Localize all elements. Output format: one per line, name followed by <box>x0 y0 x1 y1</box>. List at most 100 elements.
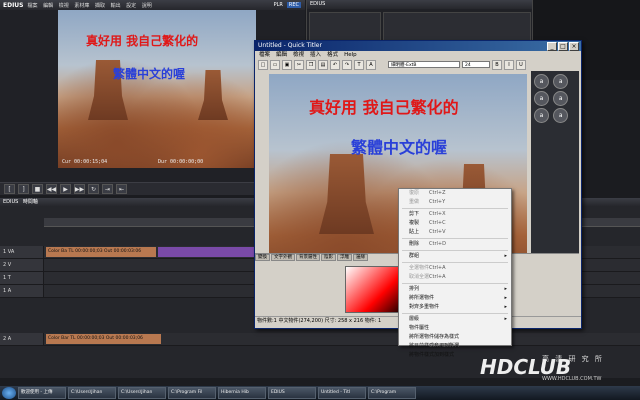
style-preset-icon[interactable]: a <box>553 108 569 123</box>
text-tool-icon[interactable]: T <box>354 59 364 70</box>
track-name: 1 VA <box>0 246 44 258</box>
context-menu-item[interactable]: 將所選物件儲存為樣式 <box>399 333 511 342</box>
context-menu-shortcut: Ctrl+D <box>429 241 446 247</box>
context-menu-label: 對齊多重物件 <box>409 304 440 310</box>
context-menu-item[interactable]: 物件屬性 <box>399 324 511 333</box>
start-button[interactable] <box>2 387 16 399</box>
maximize-icon[interactable]: □ <box>558 42 568 51</box>
style-preset-icon[interactable]: a <box>534 108 549 123</box>
dialog-menu-item[interactable]: 檔案 <box>259 51 270 59</box>
minimize-icon[interactable]: _ <box>547 42 557 51</box>
style-preset-icon[interactable]: a <box>553 91 569 106</box>
in-point-button[interactable]: [ <box>4 184 15 194</box>
paste-icon[interactable]: ▤ <box>318 59 328 70</box>
bold-icon[interactable]: B <box>492 59 502 70</box>
underline-icon[interactable]: U <box>516 59 526 70</box>
context-menu-item[interactable]: 將所選物件 ▸ <box>399 294 511 303</box>
context-menu-item[interactable]: 排列 ▸ <box>399 285 511 294</box>
italic-icon[interactable]: I <box>504 59 514 70</box>
menu-item[interactable]: 擷取 <box>95 3 105 9</box>
new-icon[interactable]: □ <box>258 59 268 70</box>
undo-icon[interactable]: ↶ <box>330 59 340 70</box>
copy-icon[interactable]: ❐ <box>306 59 316 70</box>
canvas-text-line1[interactable]: 真好用 我自己繁化的 <box>309 94 459 118</box>
save-icon[interactable]: ▣ <box>282 59 292 70</box>
clip-audio-color-bars[interactable]: Color Bar TL 00:00:00;03 Out 00:00:03;06 <box>46 334 161 344</box>
open-icon[interactable]: ▭ <box>270 59 280 70</box>
taskbar-button[interactable]: EDIUS <box>268 387 316 399</box>
vertical-text-icon[interactable]: A <box>366 59 376 70</box>
stop-button[interactable]: ■ <box>32 184 43 194</box>
submenu-arrow-icon: ▸ <box>504 304 507 310</box>
tab-edge[interactable]: 邊緣 <box>353 254 368 261</box>
window-controls: _ □ × <box>547 42 579 51</box>
preview-screen: 真好用 我自己繁化的 繁體中文的喔 Cur 00:00:15;04 Dur 00… <box>58 10 256 168</box>
context-menu-item[interactable]: 取消全選 Ctrl+A <box>399 273 511 282</box>
context-menu-item[interactable]: 剪下 Ctrl+X <box>399 210 511 219</box>
style-preset-icon[interactable]: a <box>553 74 569 89</box>
dialog-menu-item[interactable]: 插入 <box>310 51 321 59</box>
taskbar-button[interactable]: C:\Users\Jihan <box>118 387 166 399</box>
context-menu-item[interactable]: 複製 Ctrl+C <box>399 219 511 228</box>
play-button[interactable]: ▶ <box>60 184 71 194</box>
redo-icon[interactable]: ↷ <box>342 59 352 70</box>
taskbar-button[interactable]: Hibernia Hib <box>218 387 266 399</box>
context-menu-item[interactable]: 刪除 Ctrl+D <box>399 240 511 249</box>
submenu-arrow-icon: ▸ <box>504 253 507 259</box>
forward-button[interactable]: ▶▶ <box>74 184 85 194</box>
track-2a[interactable]: 2 A Color Bar TL 00:00:00;03 Out 00:00:0… <box>0 333 640 346</box>
context-menu-item[interactable]: 全選物件 Ctrl+A <box>399 264 511 273</box>
clip-color-bars[interactable]: Color Ba TL 00:00:00;03 Out 00:00:03:06 <box>46 247 156 257</box>
tab-emboss[interactable]: 浮雕 <box>337 254 352 261</box>
insert-button[interactable]: ⇥ <box>102 184 113 194</box>
dialog-menu-item[interactable]: 檢視 <box>293 51 304 59</box>
menu-separator <box>402 238 508 239</box>
menu-separator <box>402 313 508 314</box>
rewind-button[interactable]: ◀◀ <box>46 184 57 194</box>
out-point-button[interactable]: ] <box>18 184 29 194</box>
menu-item[interactable]: 設定 <box>126 3 136 9</box>
close-icon[interactable]: × <box>569 42 579 51</box>
taskbar-button[interactable]: 歡迎使用 - 上傳 <box>18 387 66 399</box>
style-preset-icon[interactable]: a <box>534 91 549 106</box>
taskbar-button[interactable]: C:\Users\Jihan <box>68 387 116 399</box>
context-menu-item[interactable]: 群組 ▸ <box>399 252 511 261</box>
overwrite-button[interactable]: ⇤ <box>116 184 127 194</box>
context-menu-item[interactable]: 貼上 Ctrl+V <box>399 228 511 237</box>
tab-shadow[interactable]: 陰影 <box>321 254 336 261</box>
clip-title[interactable] <box>158 247 254 257</box>
dialog-menu-item[interactable]: Help <box>344 51 357 59</box>
track-name: 2 A <box>0 333 44 345</box>
dialog-menu-item[interactable]: 編輯 <box>276 51 287 59</box>
taskbar-button[interactable]: Untitled - Titl <box>318 387 366 399</box>
tab-background[interactable]: 背景屬性 <box>296 254 320 261</box>
font-dropdown[interactable]: 細明體-ExtB <box>388 61 460 68</box>
loop-button[interactable]: ↻ <box>88 184 99 194</box>
context-menu-label: 複製 <box>409 220 420 226</box>
context-menu-item[interactable]: 對齊多重物件 ▸ <box>399 303 511 312</box>
dialog-menu-item[interactable]: 格式 <box>327 51 338 59</box>
context-menu-item[interactable]: 重做 Ctrl+Y <box>399 198 511 207</box>
dialog-titlebar: Untitled - Quick Titler _ □ × <box>255 41 581 51</box>
canvas-text-line2[interactable]: 繁體中文的喔 <box>351 134 447 158</box>
style-preset-icon[interactable]: a <box>534 74 549 89</box>
menu-item[interactable]: 輸出 <box>111 3 121 9</box>
rec-button[interactable]: REC <box>286 2 301 8</box>
menu-item[interactable]: 編輯 <box>43 3 53 9</box>
tab-text-appearance[interactable]: 文字外觀 <box>271 254 295 261</box>
menu-item[interactable]: 檔案 <box>28 3 38 9</box>
context-menu-item[interactable]: 層級 ▸ <box>399 315 511 324</box>
context-menu-label: 物件屬性 <box>409 325 430 331</box>
context-menu-item[interactable]: 復原 Ctrl+Z <box>399 189 511 198</box>
tab-transform[interactable]: 變換 <box>255 254 270 261</box>
plr-button[interactable]: PLR <box>274 2 283 8</box>
taskbar-button[interactable]: C:\Program Fil <box>168 387 216 399</box>
menu-item[interactable]: 說明 <box>142 3 152 9</box>
menu-item[interactable]: 素材庫 <box>74 3 89 9</box>
font-size-dropdown[interactable]: 24 <box>462 61 490 68</box>
menu-item[interactable]: 檢視 <box>59 3 69 9</box>
context-menu-label: 排列 <box>409 286 420 292</box>
context-menu-label: 貼上 <box>409 229 420 235</box>
taskbar-button[interactable]: C:\Program <box>368 387 416 399</box>
cut-icon[interactable]: ✂ <box>294 59 304 70</box>
